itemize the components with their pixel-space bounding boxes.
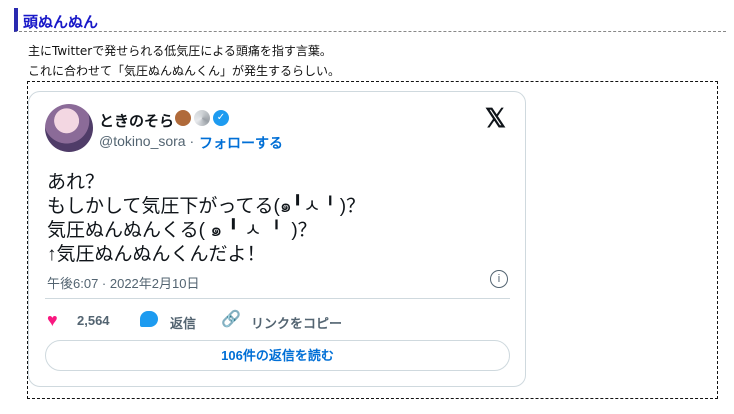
x-logo-icon[interactable]: 𝕏: [485, 103, 506, 134]
copy-link-label[interactable]: リンクをコピー: [251, 313, 342, 332]
link-icon[interactable]: 🔗: [221, 309, 241, 329]
display-name[interactable]: ときのそら: [99, 110, 174, 131]
follow-button[interactable]: フォローする: [199, 133, 283, 153]
read-replies-button[interactable]: 106件の返信を読む: [45, 340, 510, 371]
reply-bubble-icon[interactable]: [140, 311, 158, 327]
tweet-line-4: ↑気圧ぬんぬんくんだよ！: [47, 244, 266, 265]
section-heading: 頭ぬんぬん: [14, 8, 726, 32]
verified-badge-icon: ✓: [213, 110, 229, 126]
bear-emoji-icon: [175, 110, 191, 126]
timestamp[interactable]: 午後6:07 · 2022年2月10日: [47, 273, 199, 292]
handle-text: @tokino_sora: [99, 133, 186, 149]
disc-emoji-icon: [194, 110, 210, 126]
info-icon[interactable]: i: [490, 270, 508, 288]
like-count[interactable]: 2,564: [77, 313, 110, 328]
handle[interactable]: @tokino_sora ·: [99, 133, 194, 149]
paragraph-1: 主にTwitterで発せられる低気圧による頭痛を指す言葉。: [28, 44, 332, 58]
paragraph-2: これに合わせて「気圧ぬんぬんくん」が発生するらしい。: [28, 64, 341, 78]
heart-icon[interactable]: ♥: [47, 310, 58, 331]
avatar[interactable]: [45, 104, 93, 152]
reply-label[interactable]: 返信: [170, 313, 196, 332]
section-heading-text: 頭ぬんぬん: [23, 13, 99, 31]
separator-dot: ·: [189, 133, 195, 149]
tweet-card[interactable]: ときのそら ✓ @tokino_sora · フォローする 𝕏 あれ？ もしかし…: [28, 91, 526, 387]
divider: [45, 298, 510, 299]
tweet-line-1: あれ？: [47, 172, 105, 193]
